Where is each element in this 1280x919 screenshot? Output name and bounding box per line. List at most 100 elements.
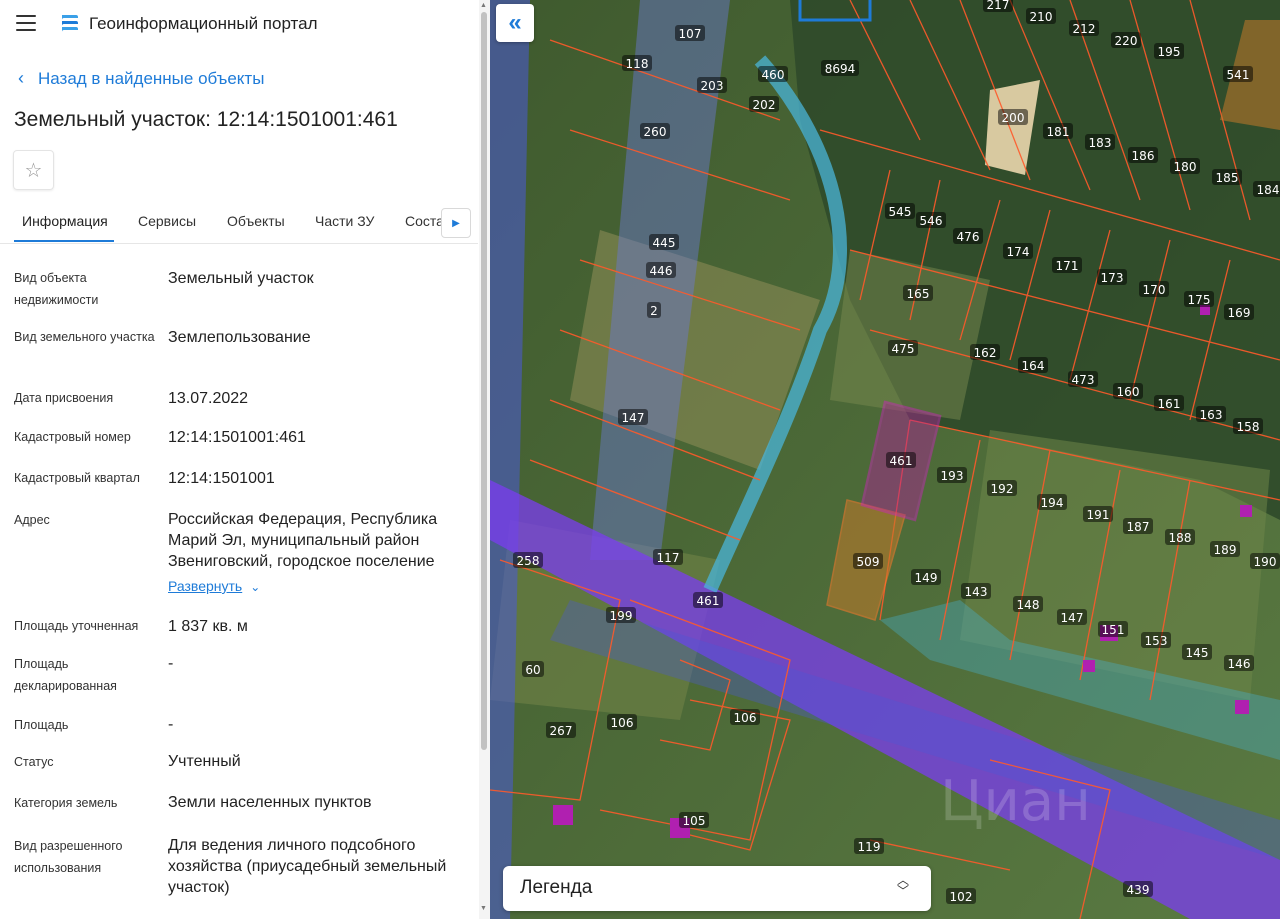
detail-label: Площадь декларированная bbox=[14, 657, 117, 693]
parcel-label[interactable]: 191 bbox=[1087, 508, 1110, 522]
parcel-label[interactable]: 193 bbox=[941, 469, 964, 483]
parcel-label[interactable]: 105 bbox=[683, 814, 706, 828]
parcel-label[interactable]: 106 bbox=[611, 716, 634, 730]
parcel-label[interactable]: 60 bbox=[525, 663, 540, 677]
parcel-label[interactable]: 106 bbox=[734, 711, 757, 725]
parcel-label[interactable]: 161 bbox=[1158, 397, 1181, 411]
parcel-label[interactable]: 476 bbox=[957, 230, 980, 244]
tab-services[interactable]: Сервисы bbox=[138, 213, 196, 229]
collapse-panel-button[interactable]: « bbox=[496, 4, 534, 42]
page-title: Земельный участок: 12:14:1501001:461 bbox=[14, 108, 398, 131]
detail-label: Кадастровый номер bbox=[14, 430, 131, 444]
detail-label: Вид разрешенного использования bbox=[14, 839, 123, 875]
parcel-label[interactable]: 461 bbox=[697, 594, 720, 608]
menu-icon[interactable] bbox=[16, 15, 36, 31]
parcel-label[interactable]: 147 bbox=[622, 411, 645, 425]
parcel-label[interactable]: 188 bbox=[1169, 531, 1192, 545]
map-canvas[interactable]: Циан 107 460 8694 217 210 212 220 195 541 118 203 2… bbox=[490, 0, 1280, 919]
parcel-label[interactable]: 267 bbox=[550, 724, 573, 738]
parcel-label[interactable]: 181 bbox=[1047, 125, 1070, 139]
parcel-label[interactable]: 143 bbox=[965, 585, 988, 599]
tab-objects[interactable]: Объекты bbox=[227, 213, 285, 229]
tab-composition[interactable]: Соста bbox=[405, 213, 444, 229]
parcel-label[interactable]: 546 bbox=[920, 214, 943, 228]
parcel-label[interactable]: 203 bbox=[701, 79, 724, 93]
detail-label: Категория земель bbox=[14, 796, 118, 810]
parcel-label[interactable]: 199 bbox=[610, 609, 633, 623]
parcel-label[interactable]: 473 bbox=[1072, 373, 1095, 387]
expand-toggle[interactable]: Развернуть ⌄ bbox=[168, 576, 463, 598]
detail-label: Вид земельного участка bbox=[14, 330, 155, 344]
parcel-label[interactable]: 509 bbox=[857, 555, 880, 569]
parcel-label[interactable]: 148 bbox=[1017, 598, 1040, 612]
back-to-results-link[interactable]: ‹ Назад в найденные объекты bbox=[18, 68, 264, 89]
parcel-label[interactable]: 195 bbox=[1158, 45, 1181, 59]
parcel-label[interactable]: 545 bbox=[889, 205, 912, 219]
parcel-label[interactable]: 173 bbox=[1101, 271, 1124, 285]
scroll-down-icon[interactable]: ▼ bbox=[480, 905, 487, 912]
parcel-label[interactable]: 164 bbox=[1022, 359, 1045, 373]
parcel-label[interactable]: 190 bbox=[1254, 555, 1277, 569]
parcel-label[interactable]: 180 bbox=[1174, 160, 1197, 174]
parcel-label[interactable]: 147 bbox=[1061, 611, 1084, 625]
parcel-label[interactable]: 8694 bbox=[825, 62, 856, 76]
parcel-label[interactable]: 475 bbox=[892, 342, 915, 356]
parcel-label[interactable]: 187 bbox=[1127, 520, 1150, 534]
parcel-label[interactable]: 541 bbox=[1227, 68, 1250, 82]
tabs-scroll-right-button[interactable]: ▶ bbox=[441, 208, 471, 238]
parcel-label[interactable]: 149 bbox=[915, 571, 938, 585]
favorite-button[interactable]: ☆ bbox=[13, 150, 54, 190]
map-view[interactable]: Циан 107 460 8694 217 210 212 220 195 541 118 203 2… bbox=[490, 0, 1280, 919]
parcel-label[interactable]: 146 bbox=[1228, 657, 1251, 671]
parcel-label[interactable]: 175 bbox=[1188, 293, 1211, 307]
star-icon: ☆ bbox=[24, 159, 43, 182]
parcel-label[interactable]: 184 bbox=[1257, 183, 1280, 197]
parcel-label[interactable]: 118 bbox=[626, 57, 649, 71]
parcel-label[interactable]: 160 bbox=[1117, 385, 1140, 399]
parcel-label[interactable]: 174 bbox=[1007, 245, 1030, 259]
scroll-up-icon[interactable]: ▲ bbox=[480, 2, 487, 9]
parcel-label[interactable]: 461 bbox=[890, 454, 913, 468]
parcel-label[interactable]: 145 bbox=[1186, 646, 1209, 660]
parcel-label[interactable]: 186 bbox=[1132, 149, 1155, 163]
legend-dropdown[interactable]: Легенда ︿ ﹀ bbox=[503, 866, 931, 911]
parcel-label[interactable]: 212 bbox=[1073, 22, 1096, 36]
tab-information[interactable]: Информация bbox=[22, 213, 108, 229]
parcel-label[interactable]: 189 bbox=[1214, 543, 1237, 557]
expand-link[interactable]: Развернуть bbox=[168, 578, 242, 594]
detail-label: Площадь bbox=[14, 718, 69, 732]
parcel-label[interactable]: 183 bbox=[1089, 136, 1112, 150]
parcel-label[interactable]: 153 bbox=[1145, 634, 1168, 648]
parcel-label[interactable]: 194 bbox=[1041, 496, 1064, 510]
parcel-label[interactable]: 119 bbox=[858, 840, 881, 854]
parcel-label[interactable]: 169 bbox=[1228, 306, 1251, 320]
parcel-label[interactable]: 170 bbox=[1143, 283, 1166, 297]
parcel-label[interactable]: 439 bbox=[1127, 883, 1150, 897]
parcel-label[interactable]: 163 bbox=[1200, 408, 1223, 422]
parcel-label[interactable]: 158 bbox=[1237, 420, 1260, 434]
parcel-label[interactable]: 192 bbox=[991, 482, 1014, 496]
parcel-label[interactable]: 460 bbox=[762, 68, 785, 82]
tab-parts[interactable]: Части ЗУ bbox=[315, 213, 374, 229]
parcel-label[interactable]: 107 bbox=[679, 27, 702, 41]
parcel-label[interactable]: 445 bbox=[653, 236, 676, 250]
double-chevron-left-icon: « bbox=[508, 9, 522, 36]
parcel-label[interactable]: 200 bbox=[1002, 111, 1025, 125]
parcel-label[interactable]: 446 bbox=[650, 264, 673, 278]
parcel-label[interactable]: 151 bbox=[1102, 623, 1125, 637]
parcel-label[interactable]: 258 bbox=[517, 554, 540, 568]
parcel-label[interactable]: 202 bbox=[753, 98, 776, 112]
parcel-label[interactable]: 220 bbox=[1115, 34, 1138, 48]
parcel-label[interactable]: 260 bbox=[644, 125, 667, 139]
parcel-label[interactable]: 102 bbox=[950, 890, 973, 904]
parcel-label[interactable]: 210 bbox=[1030, 10, 1053, 24]
parcel-label[interactable]: 162 bbox=[974, 346, 997, 360]
parcel-label[interactable]: 185 bbox=[1216, 171, 1239, 185]
parcel-label[interactable]: 117 bbox=[657, 551, 680, 565]
detail-label: Статус bbox=[14, 755, 54, 769]
parcel-label[interactable]: 217 bbox=[987, 0, 1010, 12]
parcel-label[interactable]: 171 bbox=[1056, 259, 1079, 273]
parcel-label[interactable]: 165 bbox=[907, 287, 930, 301]
parcel-label[interactable]: 2 bbox=[650, 304, 658, 318]
panel-scrollbar-thumb[interactable] bbox=[481, 12, 487, 750]
